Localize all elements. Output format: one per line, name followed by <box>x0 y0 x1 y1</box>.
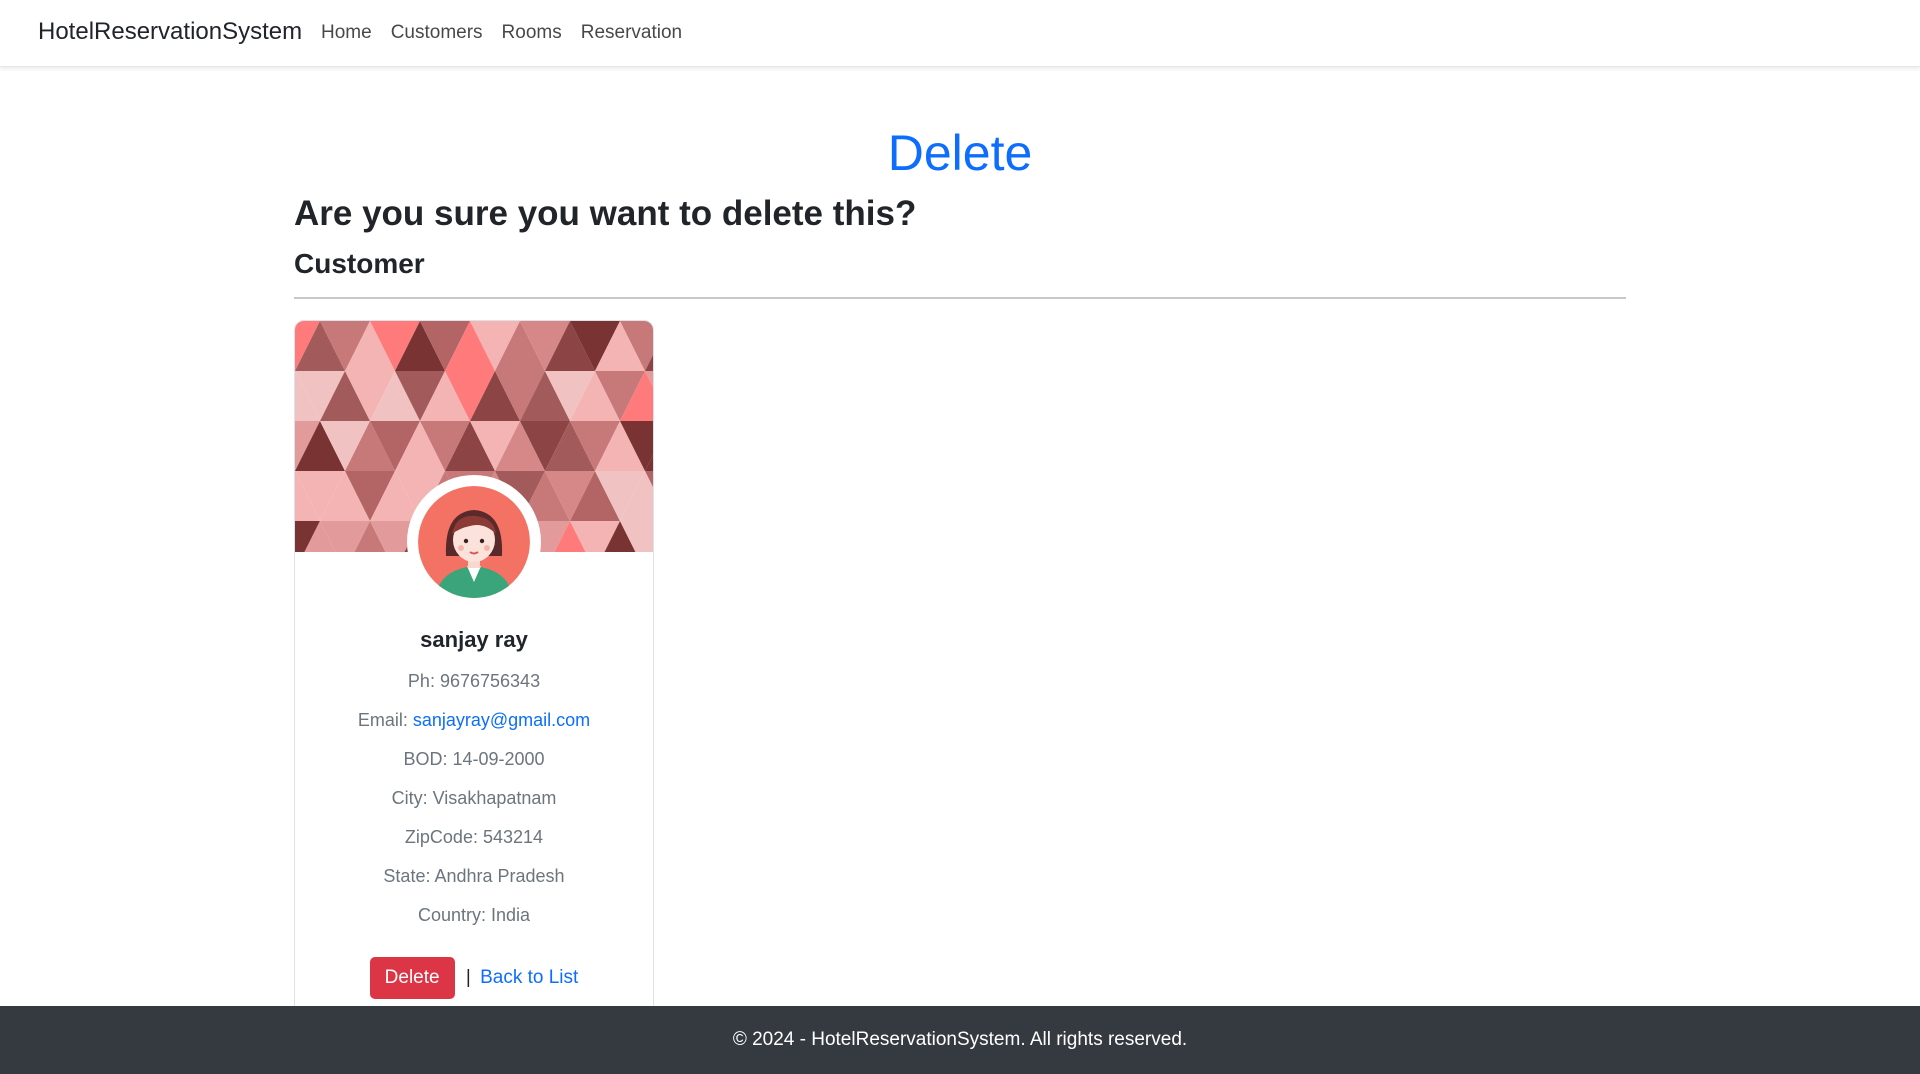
email-link[interactable]: sanjayray@gmail.com <box>413 710 590 730</box>
avatar <box>407 475 541 609</box>
nav-link-home[interactable]: Home <box>321 22 372 44</box>
nav-link-customers[interactable]: Customers <box>391 22 483 44</box>
phone-row: Ph: 9676756343 <box>295 671 653 692</box>
city-value: Visakhapatnam <box>432 788 557 808</box>
nav-link-reservation[interactable]: Reservation <box>581 22 682 44</box>
customer-card: sanjay ray Ph: 9676756343 Email: sanjayr… <box>294 320 654 1012</box>
phone-value: 9676756343 <box>439 671 541 691</box>
customer-name: sanjay ray <box>420 627 528 652</box>
delete-button[interactable]: Delete <box>369 957 455 999</box>
state-row: State: Andhra Pradesh <box>295 866 653 887</box>
country-value: India <box>491 905 531 925</box>
footer: © 2024 - HotelReservationSystem. All rig… <box>0 1006 1920 1074</box>
city-row: City: Visakhapatnam <box>295 788 653 809</box>
country-label: Country: <box>417 905 486 925</box>
back-to-list-link[interactable]: Back to List <box>480 967 578 988</box>
section-title: Customer <box>294 248 425 279</box>
confirm-heading: Are you sure you want to delete this? <box>294 194 917 233</box>
brand-link[interactable]: HotelReservationSystem <box>38 18 302 46</box>
nav-link-rooms[interactable]: Rooms <box>502 22 562 44</box>
email-row: Email: sanjayray@gmail.com <box>295 710 653 731</box>
divider <box>294 297 1626 299</box>
card-actions: Delete | Back to List <box>295 957 653 999</box>
state-label: State: <box>383 866 431 886</box>
city-label: City: <box>391 788 428 808</box>
email-label: Email: <box>357 710 408 730</box>
bod-row: BOD: 14-09-2000 <box>295 749 653 770</box>
bod-value: 14-09-2000 <box>452 749 545 769</box>
zip-label: ZipCode: <box>404 827 478 847</box>
bod-label: BOD: <box>403 749 448 769</box>
zip-value: 543214 <box>482 827 544 847</box>
footer-text: © 2024 - HotelReservationSystem. All rig… <box>732 1029 1188 1050</box>
top-navbar: HotelReservationSystem Home Customers Ro… <box>0 0 1920 67</box>
nav-links: Home Customers Rooms Reservation <box>321 22 701 44</box>
avatar-icon <box>418 486 530 598</box>
zip-row: ZipCode: 543214 <box>295 827 653 848</box>
page-title: Delete <box>887 125 1033 181</box>
country-row: Country: India <box>295 905 653 926</box>
separator: | <box>465 967 471 988</box>
phone-label: Ph: <box>407 671 435 691</box>
state-value: Andhra Pradesh <box>434 866 565 886</box>
